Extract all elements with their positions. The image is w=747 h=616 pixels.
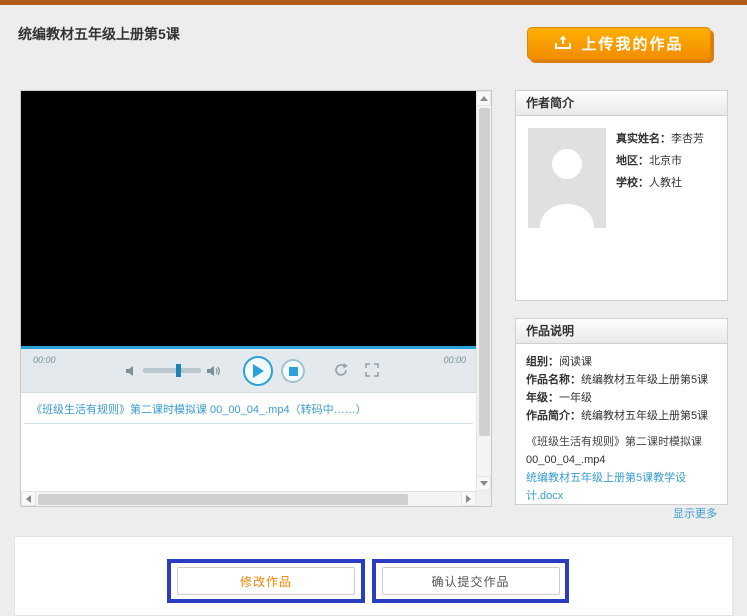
work-intro-label: 作品简介：	[526, 410, 581, 422]
work-panel: 作品说明 组别：阅读课 作品名称：统编教材五年级上册第5课 年级：一年级 作品简…	[515, 318, 728, 520]
play-icon	[253, 364, 264, 378]
volume-mute-icon[interactable]	[126, 364, 138, 382]
volume-knob[interactable]	[176, 364, 181, 377]
annotation-box-modify: 修改作品	[167, 559, 365, 603]
stop-icon	[288, 366, 298, 376]
upload-work-button[interactable]: 上传我的作品	[527, 27, 711, 60]
scroll-left-button[interactable]	[21, 491, 36, 506]
author-school-label: 学校：	[616, 177, 649, 189]
video-display[interactable]	[21, 91, 476, 346]
page: 统编教材五年级上册第5课 上传我的作品 00:00 00:00 《班级生活有规则…	[0, 0, 747, 616]
playlist-item-link[interactable]: 《班级生活有规则》第二课时模拟课 00_00_04_.mp4（转码中……）	[31, 401, 367, 417]
horizontal-scrollbar[interactable]	[21, 491, 476, 506]
top-accent-strip	[0, 0, 747, 5]
author-panel-body: 真实姓名：李杏芳 地区：北京市 学校：人教社	[515, 116, 728, 301]
work-intro-value: 统编教材五年级上册第5课	[581, 410, 709, 422]
playlist-divider	[24, 423, 473, 424]
work-group-label: 组别：	[526, 356, 559, 368]
footer-action-bar: 修改作品 确认提交作品	[14, 536, 733, 616]
work-intro-row: 作品简介：统编教材五年级上册第5课	[526, 407, 717, 425]
upload-button-label: 上传我的作品	[581, 36, 684, 53]
work-group-value: 阅读课	[559, 356, 592, 368]
author-name-row: 真实姓名：李杏芳	[616, 128, 704, 150]
avatar	[528, 128, 606, 228]
show-more-link[interactable]: 显示更多	[526, 505, 717, 523]
horizontal-scroll-thumb[interactable]	[38, 494, 408, 505]
work-name-label: 作品名称：	[526, 374, 581, 386]
player-controls: 00:00 00:00	[21, 349, 476, 393]
scroll-up-button[interactable]	[476, 91, 491, 106]
author-panel: 作者简介 真实姓名：李杏芳 地区：北京市 学校：人教社	[515, 90, 728, 301]
work-group-row: 组别：阅读课	[526, 353, 717, 371]
author-region-value: 北京市	[649, 155, 682, 167]
playlist: 《班级生活有规则》第二课时模拟课 00_00_04_.mp4（转码中……）	[21, 393, 476, 491]
author-region-row: 地区：北京市	[616, 150, 704, 172]
work-grade-label: 年级：	[526, 392, 559, 404]
work-name-value: 统编教材五年级上册第5课	[581, 374, 709, 386]
scroll-down-button[interactable]	[476, 476, 491, 491]
work-name-row: 作品名称：统编教材五年级上册第5课	[526, 371, 717, 389]
scroll-down-icon	[479, 481, 488, 486]
scroll-right-button[interactable]	[461, 491, 476, 506]
confirm-submit-button[interactable]: 确认提交作品	[381, 567, 560, 595]
work-panel-title: 作品说明	[515, 318, 728, 344]
annotation-box-submit: 确认提交作品	[372, 559, 569, 603]
work-grade-row: 年级：一年级	[526, 389, 717, 407]
author-info: 真实姓名：李杏芳 地区：北京市 学校：人教社	[616, 128, 704, 194]
scroll-right-icon	[466, 494, 471, 503]
author-panel-title: 作者简介	[515, 90, 728, 116]
work-grade-value: 一年级	[559, 392, 592, 404]
author-name-label: 真实姓名：	[616, 133, 671, 145]
time-current: 00:00	[33, 355, 56, 365]
play-button[interactable]	[243, 356, 273, 386]
attachment-video-filename: 00_00_04_.mp4	[526, 454, 606, 466]
scroll-up-icon	[479, 96, 488, 101]
vertical-scrollbar[interactable]	[476, 91, 491, 491]
loop-icon[interactable]	[333, 362, 349, 383]
vertical-scroll-thumb[interactable]	[479, 108, 490, 436]
volume-slider[interactable]	[143, 364, 201, 377]
modify-work-button[interactable]: 修改作品	[177, 567, 355, 595]
video-player: 00:00 00:00 《班级生活有规则》第二课时模拟课 00_00_04_.m…	[20, 90, 492, 507]
author-region-label: 地区：	[616, 155, 649, 167]
fullscreen-icon[interactable]	[365, 363, 379, 382]
page-title: 统编教材五年级上册第5课	[18, 26, 180, 42]
attachment-doc-link[interactable]: 统编教材五年级上册第5课教学设计.docx	[526, 469, 717, 505]
author-name-value: 李杏芳	[671, 133, 704, 145]
scroll-left-icon	[26, 494, 31, 503]
volume-loud-icon[interactable]	[207, 364, 221, 382]
scrollbar-corner	[476, 491, 491, 506]
upload-icon	[554, 34, 572, 54]
author-school-row: 学校：人教社	[616, 172, 704, 194]
attachment-video-title: 《班级生活有规则》第二课时模拟课	[526, 436, 702, 448]
stop-button[interactable]	[281, 359, 305, 383]
time-total: 00:00	[443, 355, 466, 365]
author-school-value: 人教社	[649, 177, 682, 189]
work-panel-body: 组别：阅读课 作品名称：统编教材五年级上册第5课 年级：一年级 作品简介：统编教…	[515, 344, 728, 520]
